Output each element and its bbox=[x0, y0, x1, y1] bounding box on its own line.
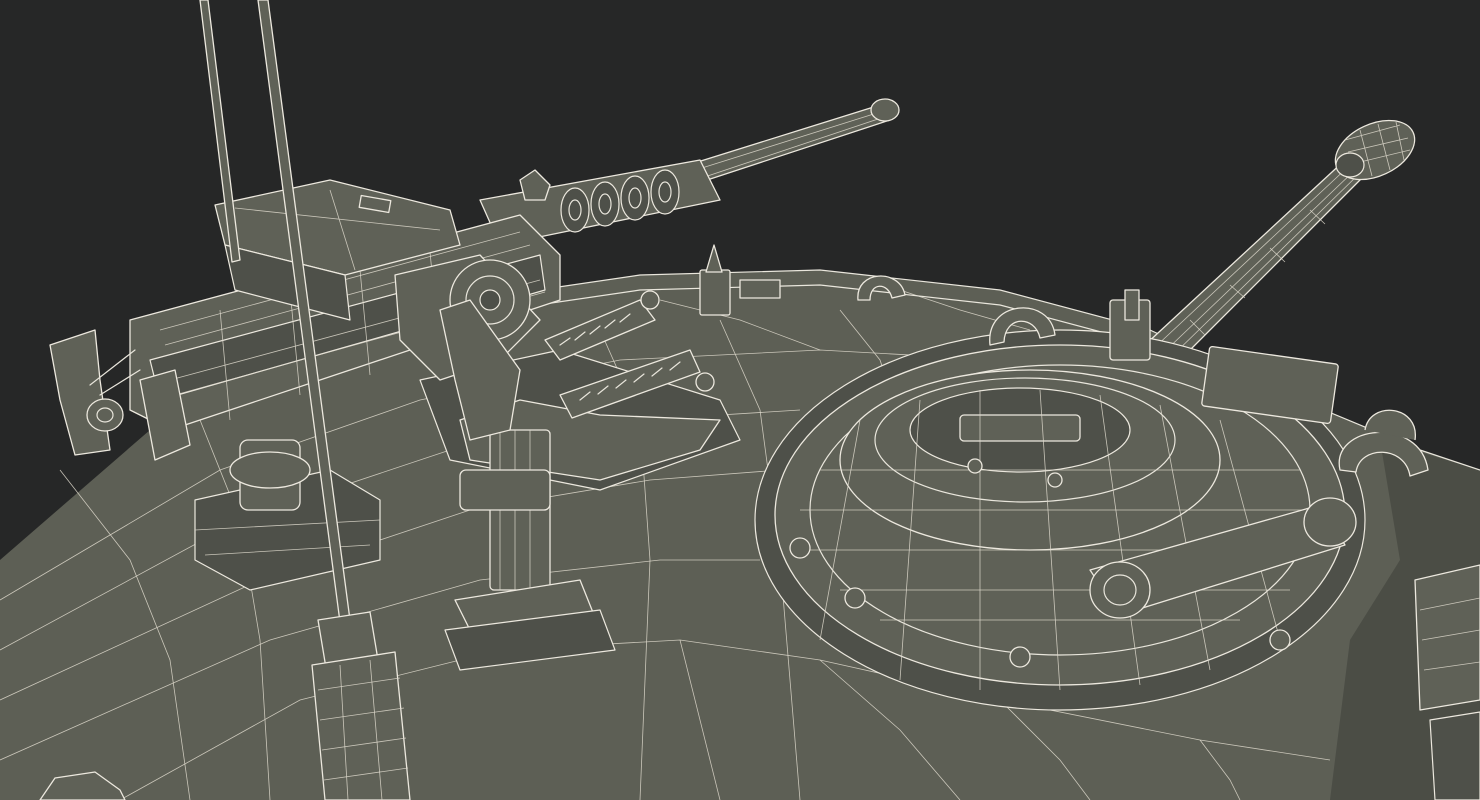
turret-wireframe-render bbox=[0, 0, 1480, 800]
render-viewport bbox=[0, 0, 1480, 800]
main-gun-barrel bbox=[1144, 119, 1416, 366]
